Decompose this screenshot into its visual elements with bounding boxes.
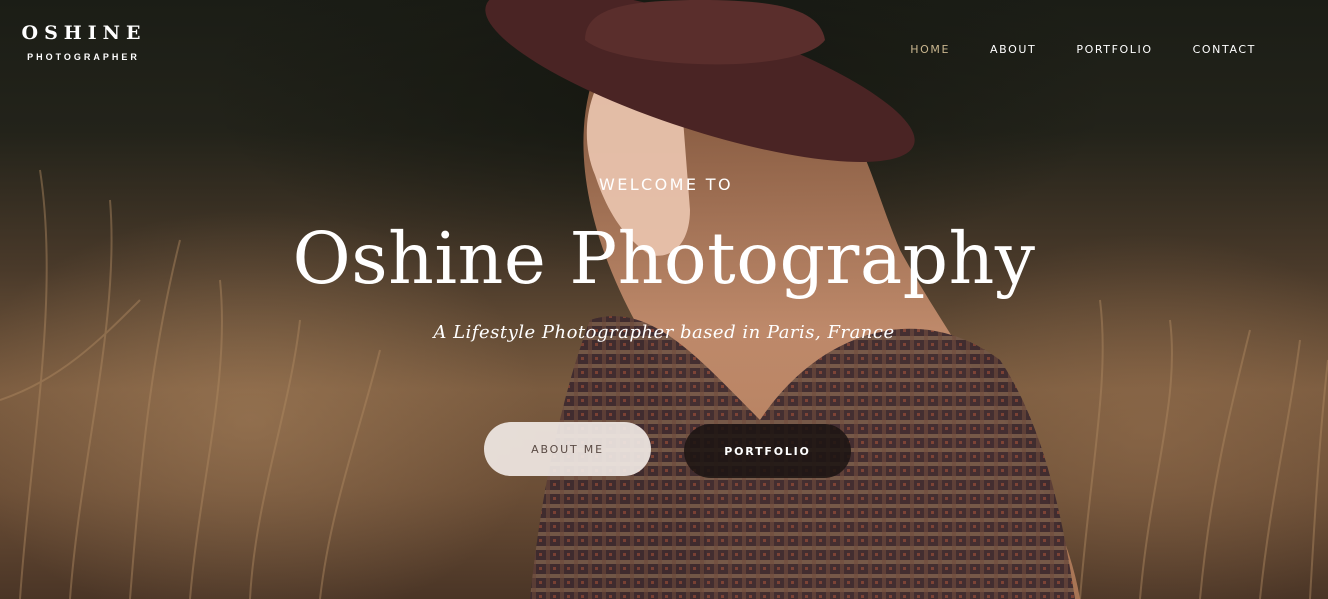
hero-content: WELCOME TO Oshine Photography A Lifestyl… [0, 175, 1328, 343]
site-logo[interactable]: OSHINE PHOTOGRAPHER [14, 22, 150, 62]
hero-subtitle: A Lifestyle Photographer based in Paris,… [433, 322, 895, 343]
hero-welcome: WELCOME TO [599, 175, 733, 194]
nav-item-home[interactable]: HOME [910, 43, 950, 56]
logo-subtitle: PHOTOGRAPHER [27, 52, 140, 62]
site-header: OSHINE PHOTOGRAPHER HOME ABOUT PORTFOLIO… [0, 0, 1328, 100]
hero-section: OSHINE PHOTOGRAPHER HOME ABOUT PORTFOLIO… [0, 0, 1328, 599]
portfolio-button[interactable]: PORTFOLIO [684, 424, 851, 478]
logo-title: OSHINE [21, 22, 147, 44]
hero-title: Oshine Photography [292, 217, 1036, 300]
nav-item-contact[interactable]: CONTACT [1193, 43, 1256, 56]
nav-item-about[interactable]: ABOUT [990, 43, 1036, 56]
main-nav: HOME ABOUT PORTFOLIO CONTACT [910, 43, 1256, 56]
about-me-button[interactable]: ABOUT ME [484, 422, 651, 476]
nav-item-portfolio[interactable]: PORTFOLIO [1076, 43, 1152, 56]
